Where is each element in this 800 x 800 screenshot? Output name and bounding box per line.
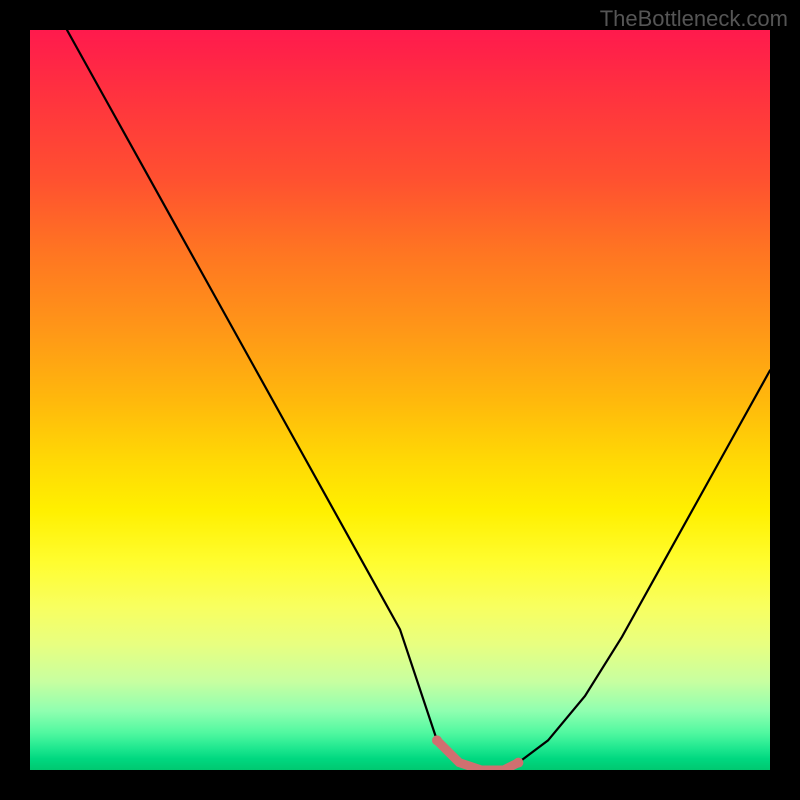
chart-container: TheBottleneck.com [0, 0, 800, 800]
watermark-text: TheBottleneck.com [600, 6, 788, 32]
optimal-zone-left-dot [432, 735, 442, 745]
optimal-zone-right-dot [513, 758, 523, 768]
plot-area [30, 30, 770, 770]
optimal-zone-marker [437, 740, 518, 770]
curve-line [67, 30, 770, 770]
bottleneck-curve [30, 30, 770, 770]
